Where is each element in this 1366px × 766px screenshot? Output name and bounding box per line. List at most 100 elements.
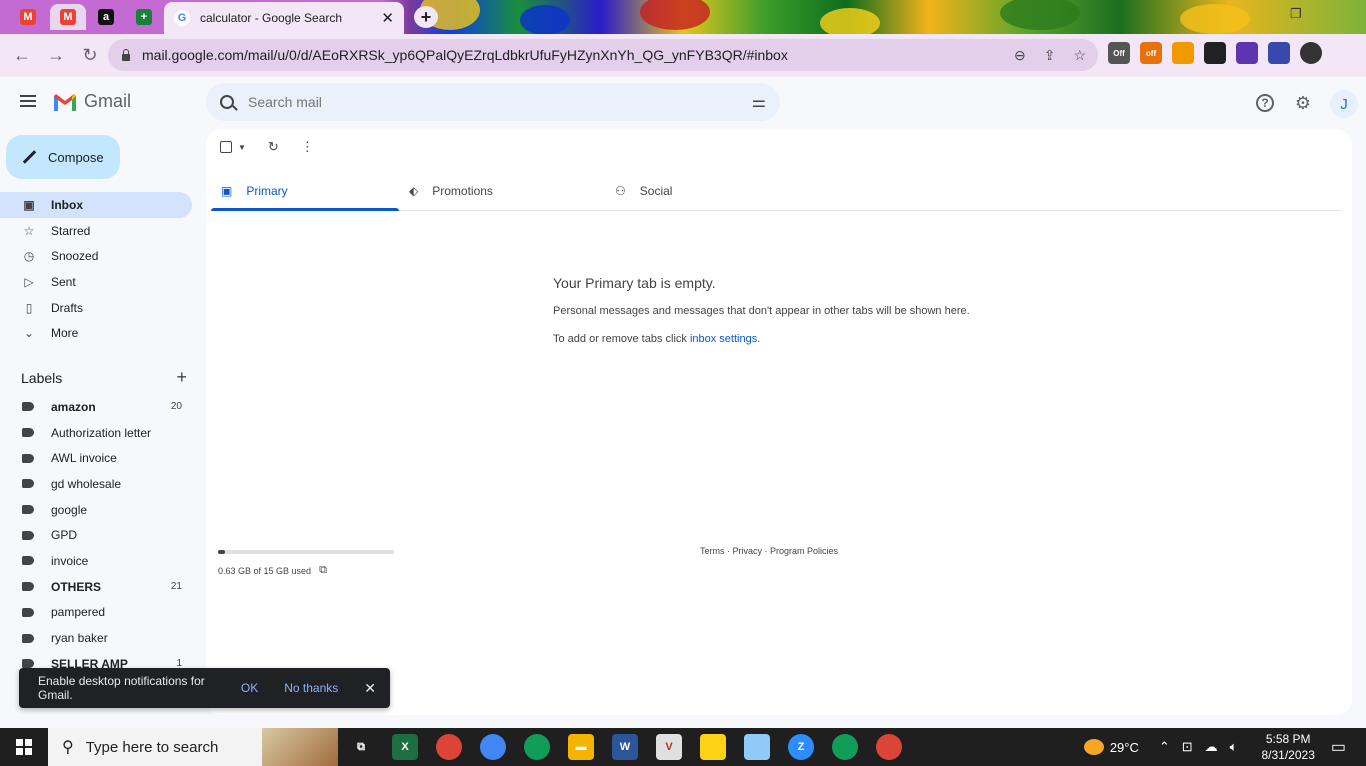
label-name: Authorization letter	[51, 425, 152, 440]
volume-icon[interactable]: 🔈︎	[1230, 739, 1238, 755]
tab-social[interactable]: ⚇ Social	[605, 171, 811, 210]
task-view-icon[interactable]: ⧉	[348, 734, 374, 760]
label-tag-icon	[22, 505, 34, 515]
lock-icon[interactable]	[120, 49, 132, 61]
footer-links[interactable]: Terms · Privacy · Program Policies	[700, 546, 838, 556]
extension-circle-icon[interactable]	[1172, 42, 1194, 64]
label-item[interactable]: OTHERS 21	[0, 574, 192, 600]
nav-item-snoozed[interactable]: ◷ Snoozed	[0, 243, 192, 269]
nav-item-inbox[interactable]: ▣ Inbox	[0, 192, 192, 218]
pencil-icon	[22, 150, 36, 164]
create-label-icon[interactable]: +	[176, 367, 187, 388]
main-menu-icon[interactable]	[20, 95, 36, 107]
settings-gear-icon[interactable]: ⚙	[1291, 91, 1315, 115]
bookmark-star-icon[interactable]: ☆	[1073, 47, 1086, 64]
label-item[interactable]: amazon 20	[0, 394, 192, 420]
more-options-icon[interactable]: ⋮	[301, 139, 314, 155]
refresh-icon[interactable]: ↻	[268, 139, 279, 155]
windows-taskbar: ⚲ Type here to search ⧉ X ▬ W V Z 29°C ⌃ ⊡ ☁ …	[0, 728, 1366, 766]
label-item[interactable]: pampered	[0, 600, 192, 626]
sidepanel-icon[interactable]	[1268, 42, 1290, 64]
share-icon[interactable]: ⇪	[1044, 47, 1056, 64]
zoom-icon[interactable]: Z	[788, 734, 814, 760]
notifications-icon[interactable]: ▭	[1331, 737, 1346, 757]
video-editor-icon[interactable]: V	[656, 734, 682, 760]
label-item[interactable]: AWL invoice	[0, 445, 192, 471]
reload-icon[interactable]: ↻	[74, 40, 106, 72]
search-options-icon[interactable]: ⚌	[752, 92, 766, 112]
tab-primary[interactable]: ▣ Primary	[211, 171, 399, 211]
search-bar[interactable]: ⚌	[206, 83, 780, 121]
label-item[interactable]: Authorization letter	[0, 420, 192, 446]
chrome-icon[interactable]	[832, 734, 858, 760]
amazon-favicon: a	[98, 9, 114, 25]
onedrive-cloud-icon[interactable]: ☁	[1205, 739, 1218, 755]
close-tab-icon[interactable]: ✕	[381, 9, 394, 27]
chrome-icon[interactable]	[524, 734, 550, 760]
taskbar-search[interactable]: ⚲ Type here to search	[48, 728, 338, 766]
url-text[interactable]: mail.google.com/mail/u/0/d/AEoRXRSk_yp6Q…	[142, 47, 1014, 63]
restore-window-icon[interactable]: ❐	[1290, 6, 1302, 22]
chrome-icon[interactable]	[480, 734, 506, 760]
excel-icon[interactable]: X	[392, 734, 418, 760]
labels-header: Labels +	[21, 367, 187, 388]
storage-meter: 0.63 GB of 15 GB used ⧉	[218, 550, 394, 577]
satellite-icon[interactable]	[744, 734, 770, 760]
new-tab-button[interactable]: +	[414, 6, 438, 28]
forward-arrow-icon[interactable]: →	[40, 40, 72, 72]
label-item[interactable]: google	[0, 497, 192, 523]
zoom-icon[interactable]: ⊖	[1014, 47, 1026, 64]
address-bar[interactable]: mail.google.com/mail/u/0/d/AEoRXRSk_yp6Q…	[108, 39, 1098, 71]
gmail-logo[interactable]: Gmail	[52, 91, 131, 112]
open-external-icon[interactable]: ⧉	[319, 564, 327, 577]
select-checkbox[interactable]: ▼	[220, 141, 246, 153]
word-icon[interactable]: W	[612, 734, 638, 760]
tab-title: calculator - Google Search	[200, 11, 343, 25]
search-icon[interactable]	[220, 95, 234, 109]
clock[interactable]: 5:58 PM 8/31/2023	[1261, 731, 1314, 763]
browser-tab-gmail-1[interactable]: M	[10, 4, 46, 30]
extension-off-orange-icon[interactable]: off	[1140, 42, 1162, 64]
caret-down-icon[interactable]: ▼	[238, 143, 246, 152]
label-name: gd wholesale	[51, 476, 122, 491]
search-input[interactable]	[248, 94, 752, 110]
nav-item-more[interactable]: ⌄ More	[0, 320, 192, 346]
start-button[interactable]	[0, 728, 48, 766]
extension-cursor-icon[interactable]	[1204, 42, 1226, 64]
nav-item-drafts[interactable]: ▯ Drafts	[0, 295, 192, 321]
sticky-notes-icon[interactable]	[700, 734, 726, 760]
file-explorer-icon[interactable]: ▬	[568, 734, 594, 760]
close-icon[interactable]: ✕	[364, 680, 376, 697]
browser-tab-amazon[interactable]: a	[88, 4, 124, 30]
label-item[interactable]: invoice	[0, 548, 192, 574]
help-icon[interactable]: ?	[1256, 94, 1274, 112]
toast-no-thanks-button[interactable]: No thanks	[284, 681, 338, 695]
label-item[interactable]: gd wholesale	[0, 471, 192, 497]
profile-icon[interactable]	[1300, 42, 1322, 64]
weather-widget[interactable]: 29°C	[1083, 739, 1139, 755]
back-arrow-icon[interactable]: ←	[6, 40, 38, 72]
chevron-up-icon[interactable]: ⌃	[1159, 739, 1170, 755]
tab-promotions[interactable]: ⬖ Promotions	[399, 171, 605, 210]
puzzle-icon[interactable]	[1236, 42, 1258, 64]
labels-title: Labels	[21, 369, 63, 386]
label-item[interactable]: GPD	[0, 522, 192, 548]
checkbox-icon[interactable]	[220, 141, 232, 153]
toast-ok-button[interactable]: OK	[241, 681, 258, 695]
inbox-settings-link[interactable]: inbox settings	[690, 333, 757, 345]
windows-logo-icon	[16, 739, 32, 755]
browser-tab-sheets[interactable]: +	[126, 4, 162, 30]
label-item[interactable]: ryan baker	[0, 625, 192, 651]
browser-tab-active[interactable]: G calculator - Google Search ✕	[164, 2, 404, 34]
nav-item-starred[interactable]: ☆ Starred	[0, 218, 192, 244]
network-icon[interactable]: ⊡	[1182, 739, 1193, 755]
account-avatar[interactable]: J	[1330, 90, 1358, 118]
chrome-icon[interactable]	[876, 734, 902, 760]
nav-item-sent[interactable]: ▷ Sent	[0, 269, 192, 295]
chrome-icon[interactable]	[436, 734, 462, 760]
browser-tab-gmail-2[interactable]: M	[50, 4, 86, 30]
extension-off-icon[interactable]: Off	[1108, 42, 1130, 64]
compose-button[interactable]: Compose	[6, 135, 120, 179]
gmail-favicon: M	[60, 9, 76, 25]
compose-label: Compose	[48, 149, 104, 165]
